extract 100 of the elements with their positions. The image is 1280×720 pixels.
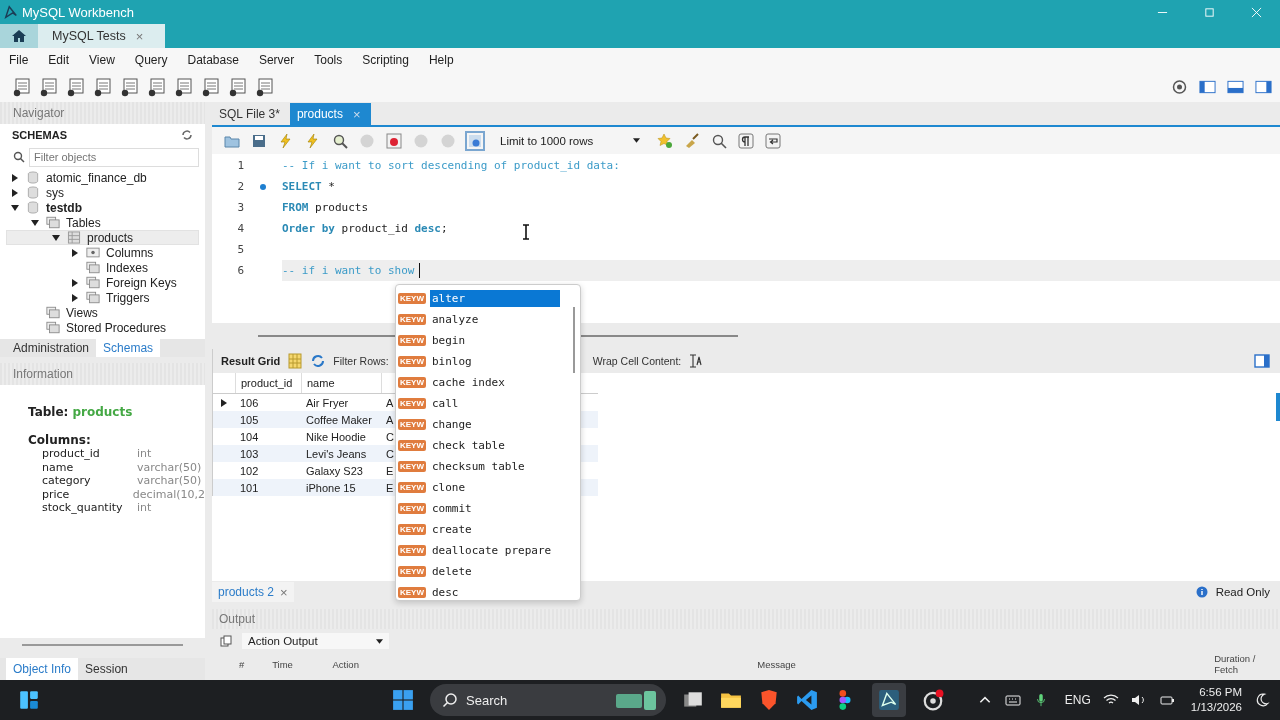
tree-item[interactable]: Columns [6, 245, 199, 260]
column-header[interactable]: Action [332, 658, 758, 670]
column-header[interactable]: # [239, 658, 273, 670]
tree-item[interactable]: products [6, 230, 199, 245]
line-number: 3 [236, 201, 244, 214]
tree-item[interactable]: Views [6, 305, 199, 320]
close-icon[interactable] [1251, 6, 1262, 18]
wrap-text-icon[interactable] [688, 353, 705, 369]
suggestion-item[interactable]: binlog [430, 353, 560, 370]
expander-icon[interactable] [51, 232, 61, 243]
menu-item[interactable]: Scripting [362, 53, 409, 67]
sidebar-toggle-icon[interactable] [1255, 79, 1272, 95]
result-tab[interactable]: products 2 × [212, 582, 294, 602]
menu-item[interactable]: Database [187, 53, 239, 67]
refresh-icon[interactable] [181, 129, 193, 141]
settings-icon[interactable] [1171, 79, 1188, 95]
star-add-icon[interactable] [657, 132, 674, 149]
suggestion-item[interactable]: clone [430, 479, 560, 496]
expander-icon[interactable] [10, 172, 20, 183]
suggestion-item[interactable]: call [430, 395, 560, 412]
column-header[interactable]: Time [272, 658, 333, 670]
tree-item[interactable]: testdb [6, 200, 199, 215]
suggestion-item[interactable]: desc [430, 584, 560, 601]
menu-item[interactable]: Tools [314, 53, 343, 67]
home-tab[interactable] [0, 24, 38, 48]
column-header[interactable]: name [301, 373, 381, 393]
vertical-scrollbar[interactable] [573, 307, 575, 373]
close-tab-icon[interactable]: × [280, 584, 288, 600]
volume-icon[interactable] [1130, 693, 1147, 707]
search-icon[interactable] [711, 132, 728, 149]
expander-icon[interactable] [70, 247, 80, 258]
editor-tab[interactable]: products × [289, 103, 371, 125]
result-grid-tab[interactable]: Result Grid [221, 355, 281, 367]
tree-item[interactable]: Stored Procedures [6, 320, 199, 335]
suggestion-item[interactable]: create [430, 521, 560, 538]
suggestion-item[interactable]: change [430, 416, 560, 433]
check-icon[interactable] [413, 132, 429, 149]
suggestion-item[interactable]: cache index [430, 374, 560, 391]
tree-item[interactable]: Indexes [6, 260, 199, 275]
widgets-icon[interactable] [18, 689, 40, 711]
row-limit-dropdown[interactable]: Limit to 1000 rows [500, 134, 641, 147]
language-indicator[interactable]: ENG [1064, 693, 1091, 707]
suggestion-item[interactable]: commit [430, 500, 560, 517]
panel-toggle-icon[interactable] [1227, 79, 1244, 95]
tree-item[interactable]: atomic_finance_db [6, 170, 199, 185]
code-editor-icon[interactable] [796, 689, 818, 711]
tree-item[interactable]: Triggers [6, 290, 199, 305]
start-icon[interactable] [392, 689, 414, 711]
column-header[interactable]: Duration / Fetch [1214, 653, 1280, 675]
toggle-icon[interactable] [386, 132, 402, 149]
clock[interactable]: 6:56 PM 1/13/2026 [1190, 685, 1242, 715]
battery-icon[interactable] [1158, 693, 1175, 707]
workbench-taskbar-button[interactable] [872, 683, 906, 717]
sidebar-toggle-icon[interactable] [1199, 79, 1216, 95]
panel-tab[interactable]: Object Info [6, 658, 79, 680]
lion-shield-icon[interactable] [758, 689, 780, 711]
column-header[interactable]: product_id [235, 373, 301, 393]
panel-tab[interactable]: Administration [6, 339, 97, 357]
refresh-icon[interactable] [310, 353, 327, 369]
pilcrow-icon[interactable] [738, 132, 755, 149]
menu-item[interactable]: Query [134, 53, 168, 67]
side-panel-toggle-icon[interactable] [1254, 353, 1270, 369]
word-wrap-icon[interactable] [765, 132, 782, 149]
moon-icon[interactable] [1254, 693, 1270, 707]
suggestion-item[interactable]: checksum table [430, 458, 560, 475]
panel-tab[interactable]: Schemas [96, 339, 161, 357]
save-icon[interactable] [251, 132, 267, 149]
output-type-dropdown[interactable]: Action Output [242, 633, 389, 649]
suggestion-item[interactable]: alter [430, 290, 560, 307]
suggestion-item[interactable]: deallocate prepare [430, 542, 560, 559]
tree-item[interactable]: Foreign Keys [6, 275, 199, 290]
suggestion-item[interactable]: begin [430, 332, 560, 349]
tree-item[interactable]: sys [6, 185, 199, 200]
column-header[interactable]: Message [757, 658, 1215, 670]
taskbar-search-field[interactable]: Search [430, 684, 666, 716]
magnifier-icon[interactable] [332, 132, 348, 149]
record-icon[interactable] [922, 689, 944, 711]
copy-icon[interactable] [220, 635, 232, 647]
expander-icon[interactable] [30, 217, 40, 228]
keyboard-icon[interactable] [1004, 693, 1021, 707]
menu-item[interactable]: Help [428, 53, 454, 67]
expander-icon[interactable] [10, 202, 20, 213]
suggestion-item[interactable]: delete [430, 563, 560, 580]
brush-icon[interactable] [684, 132, 701, 149]
menu-item[interactable]: Edit [48, 53, 70, 67]
panel-tab[interactable]: Session [78, 658, 135, 680]
expander-icon[interactable] [70, 292, 80, 303]
tree-item[interactable]: Tables [6, 215, 199, 230]
table-cell-text: 103 [239, 446, 260, 462]
keyword-badge: KEYW [398, 587, 426, 598]
menu-item[interactable]: View [89, 53, 115, 67]
close-tab-icon[interactable]: × [135, 28, 144, 44]
suggestion-item[interactable]: check table [430, 437, 560, 454]
expander-icon[interactable] [70, 277, 80, 288]
editor-tab[interactable]: SQL File 3* [212, 103, 290, 125]
filter-field[interactable]: Filter objects [29, 147, 199, 167]
connection-tab[interactable]: MySQL Tests × [38, 24, 166, 48]
expander-icon[interactable] [10, 187, 20, 198]
menu-item[interactable]: Server [258, 53, 295, 67]
menu-item[interactable]: File [9, 53, 29, 67]
